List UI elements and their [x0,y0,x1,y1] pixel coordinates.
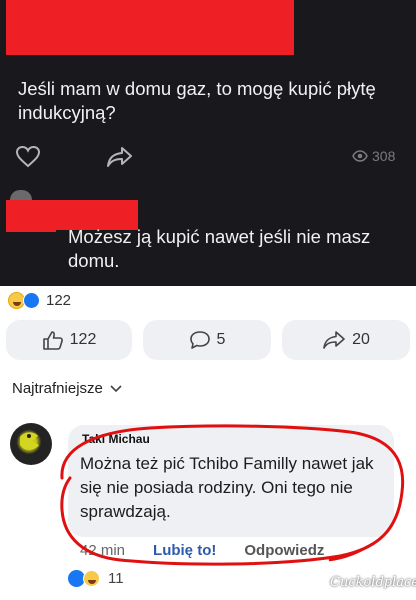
sort-label: Najtrafniejsze [12,380,103,397]
comment-text: Można też pić Tchibo Familly nawet jak s… [80,454,374,521]
comment-reaction-count: 11 [108,570,124,587]
comment-reactions[interactable]: 11 [68,570,124,587]
reply-text: Możesz ją kupić nawet jeśli nie masz dom… [68,226,371,271]
like-button[interactable]: 122 [6,320,132,360]
reaction-summary[interactable]: 122 [8,292,71,309]
share-button[interactable]: 20 [282,320,410,360]
views-count: 308 [372,148,396,164]
comment-count: 5 [216,331,226,348]
eye-icon [352,150,368,162]
share-count: 20 [352,331,370,348]
share-icon [323,331,345,349]
heart-icon[interactable] [16,146,40,168]
chevron-down-icon [110,384,122,392]
post-question-text: Jeśli mam w domu gaz, to mogę kupić płyt… [18,78,376,123]
like-count: 122 [69,331,97,348]
comment-bubble-icon [189,331,210,349]
views-counter: 308 [352,148,395,164]
reaction-count: 122 [46,292,72,309]
thumbs-up-icon [42,331,63,350]
avatar-image [20,432,39,450]
comment-author[interactable]: Taki Michau [82,432,150,446]
comment-time: 42 min [80,542,126,559]
comment-reply-link[interactable]: Odpowiedz [244,542,324,559]
watermark: Cuckoldplace [330,575,416,590]
like-emoji-icon [23,292,40,309]
comment-like-link[interactable]: Lubię to! [153,542,216,559]
comment-sort-dropdown[interactable]: Najtrafniejsze [12,380,123,397]
haha-emoji-icon [83,570,100,587]
comment-button[interactable]: 5 [143,320,271,360]
redacted-author-bar [6,0,294,55]
share-arrow-icon[interactable] [107,146,133,168]
redacted-reply-avatar [6,200,56,232]
commenter-avatar[interactable] [10,423,52,465]
comment-meta: 42 min Lubię to! Odpowiedz [80,542,324,559]
